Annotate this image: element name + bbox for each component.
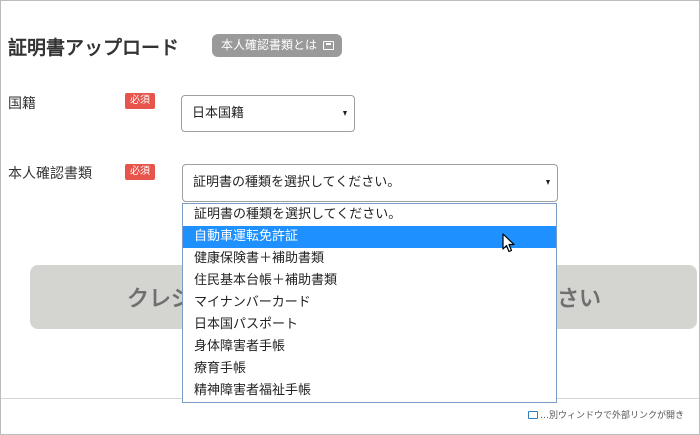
- required-badge: 必須: [125, 93, 155, 109]
- triangle-down-icon: [546, 180, 550, 185]
- page-title: 証明書アップロード: [8, 37, 180, 59]
- dropdown-option[interactable]: 自動車運転免許証: [183, 226, 556, 248]
- button-text-right: さい: [556, 287, 601, 312]
- dropdown-option[interactable]: 身体障害者手帳: [183, 336, 556, 358]
- id-document-label: 本人確認書類: [8, 166, 92, 182]
- dropdown-option[interactable]: 健康保険書＋補助書類: [183, 248, 556, 270]
- dropdown-option[interactable]: 証明書の種類を選択してください。: [183, 204, 556, 226]
- dropdown-option[interactable]: 住民基本台帳＋補助書類: [183, 270, 556, 292]
- nationality-select[interactable]: 日本国籍: [181, 95, 355, 132]
- nationality-label: 国籍: [8, 96, 36, 112]
- dropdown-option[interactable]: 日本国パスポート: [183, 314, 556, 336]
- external-link-note: …別ウィンドウで外部リンクが開き: [528, 408, 684, 421]
- dropdown-option[interactable]: 精神障害者福祉手帳: [183, 380, 556, 402]
- nationality-select-value: 日本国籍: [192, 106, 245, 121]
- external-window-icon: [323, 41, 335, 50]
- external-link-note-text: …別ウィンドウで外部リンクが開き: [540, 411, 685, 421]
- dropdown-option[interactable]: マイナンバーカード: [183, 292, 556, 314]
- mouse-pointer-icon: [502, 233, 515, 253]
- id-document-select-value: 証明書の種類を選択してください。: [193, 175, 401, 190]
- id-document-dropdown-list[interactable]: 証明書の種類を選択してください。 自動車運転免許証 健康保険書＋補助書類 住民基…: [182, 203, 557, 403]
- help-badge-label: 本人確認書類とは: [221, 38, 318, 52]
- dropdown-option[interactable]: 療育手帳: [183, 358, 556, 380]
- required-badge: 必須: [125, 164, 155, 180]
- id-document-select[interactable]: 証明書の種類を選択してください。: [182, 164, 558, 202]
- external-window-icon: [528, 411, 538, 419]
- triangle-down-icon: [343, 110, 347, 116]
- id-document-help-link[interactable]: 本人確認書類とは: [212, 34, 343, 57]
